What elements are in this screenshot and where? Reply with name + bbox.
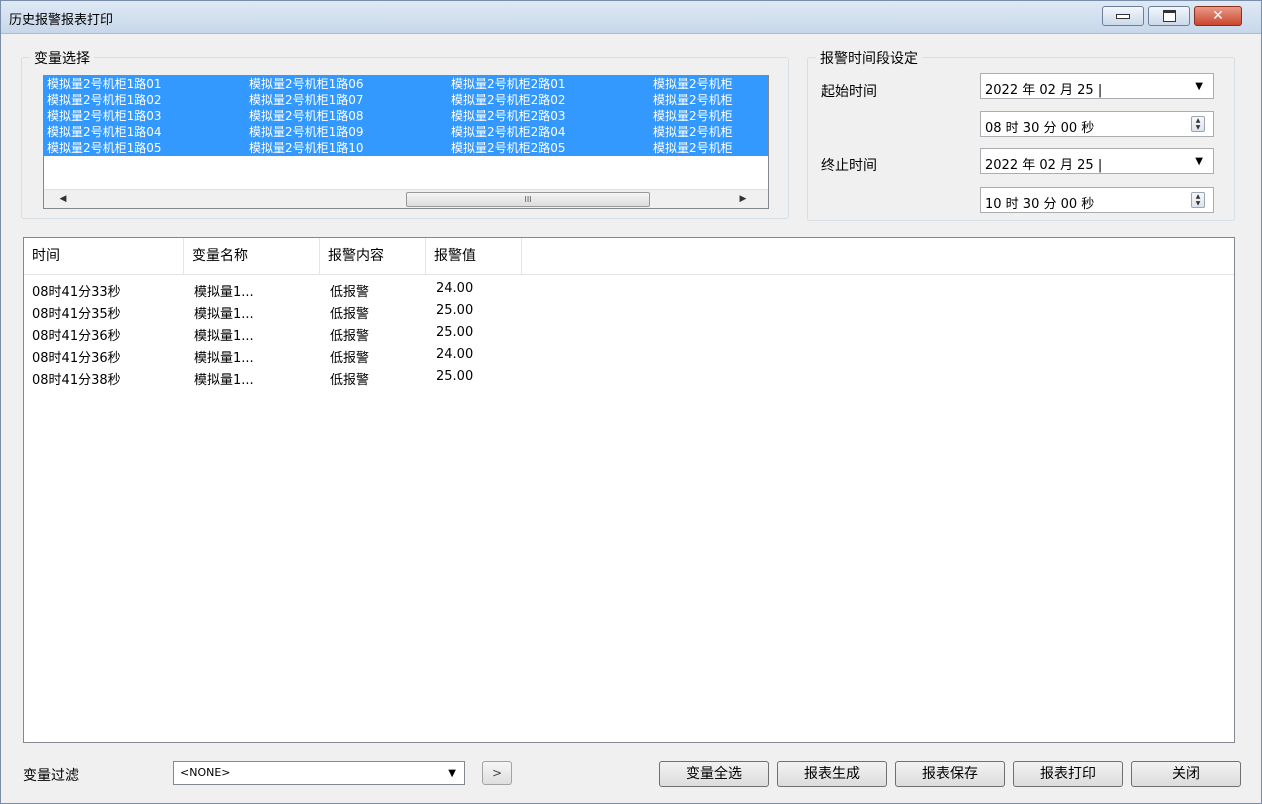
start-date-value: 2022 年 02 月 25 |: [985, 83, 1103, 98]
alarm-table[interactable]: 时间 变量名称 报警内容 报警值 08时41分33秒 模拟量1... 低报警 24.0…: [23, 237, 1235, 743]
close-window-button[interactable]: ✕: [1194, 6, 1242, 26]
table-row[interactable]: 08时41分33秒 模拟量1... 低报警 24.00: [24, 278, 1234, 300]
minimize-icon: [1116, 13, 1130, 19]
chevron-down-icon[interactable]: ▼: [1195, 156, 1203, 167]
cell-value: 24.00: [436, 347, 474, 362]
end-time-label: 终止时间: [821, 158, 877, 174]
variable-list-item[interactable]: 模拟量2号机柜2路04: [448, 124, 650, 140]
variable-list-item[interactable]: 模拟量2号机柜: [650, 140, 768, 156]
end-date-value: 2022 年 02 月 25 |: [985, 158, 1103, 173]
variable-list-item[interactable]: 模拟量2号机柜2路01: [448, 76, 650, 92]
close-button[interactable]: 关闭: [1131, 761, 1241, 787]
select-all-variables-button[interactable]: 变量全选: [659, 761, 769, 787]
start-time-value: 08 时 30 分 00 秒: [985, 121, 1095, 136]
cell-value: 25.00: [436, 325, 474, 340]
spin-updown-icon[interactable]: ▲ ▼: [1191, 116, 1205, 132]
variable-filter-select[interactable]: <NONE> ▼: [173, 761, 465, 785]
variable-list-item[interactable]: 模拟量2号机柜1路09: [246, 124, 448, 140]
table-row[interactable]: 08时41分38秒 模拟量1... 低报警 25.00: [24, 366, 1234, 388]
scroll-right-icon[interactable]: ▶: [734, 190, 752, 208]
maximize-button[interactable]: [1148, 6, 1190, 26]
cell-content: 低报警: [330, 329, 370, 344]
variable-list-item[interactable]: 模拟量2号机柜2路05: [448, 140, 650, 156]
table-row[interactable]: 08时41分36秒 模拟量1... 低报警 25.00: [24, 322, 1234, 344]
cell-variable: 模拟量1...: [194, 307, 254, 322]
cell-time: 08时41分33秒: [32, 285, 121, 300]
variable-list-item[interactable]: 模拟量2号机柜2路02: [448, 92, 650, 108]
variable-list-item[interactable]: 模拟量2号机柜: [650, 108, 768, 124]
filter-next-button[interactable]: >: [482, 761, 512, 785]
table-row[interactable]: 08时41分36秒 模拟量1... 低报警 24.00: [24, 344, 1234, 366]
window-title: 历史报警报表打印: [9, 13, 114, 28]
report-window: 历史报警报表打印 ✕ 变量选择 模拟量2号机柜1路01 模拟量2号机柜1路02 模拟…: [0, 0, 1262, 804]
start-time-label: 起始时间: [821, 84, 877, 100]
variable-list-item[interactable]: 模拟量2号机柜1路06: [246, 76, 448, 92]
chevron-down-icon[interactable]: ▼: [448, 768, 456, 779]
column-header-variable[interactable]: 变量名称: [184, 238, 320, 274]
minimize-button[interactable]: [1102, 6, 1144, 26]
cell-variable: 模拟量1...: [194, 351, 254, 366]
cell-content: 低报警: [330, 307, 370, 322]
title-bar[interactable]: 历史报警报表打印 ✕: [1, 1, 1261, 34]
column-header-time[interactable]: 时间: [24, 238, 184, 274]
scroll-thumb[interactable]: III: [406, 192, 650, 207]
cell-value: 25.00: [436, 369, 474, 384]
variable-list-item[interactable]: 模拟量2号机柜1路04: [44, 124, 246, 140]
close-icon: ✕: [1212, 8, 1224, 24]
variable-list-item[interactable]: 模拟量2号机柜2路03: [448, 108, 650, 124]
cell-value: 24.00: [436, 281, 474, 296]
variable-list-columns: 模拟量2号机柜1路01 模拟量2号机柜1路02 模拟量2号机柜1路03 模拟量2号机柜…: [44, 76, 768, 172]
cell-time: 08时41分36秒: [32, 351, 121, 366]
start-time-spinner[interactable]: 08 时 30 分 00 秒 ▲ ▼: [980, 111, 1214, 137]
variable-list-column: 模拟量2号机柜2路01 模拟量2号机柜2路02 模拟量2号机柜2路03 模拟量2号机柜…: [448, 76, 650, 172]
variable-filter-label: 变量过滤: [23, 768, 79, 784]
cell-variable: 模拟量1...: [194, 285, 254, 300]
cell-value: 25.00: [436, 303, 474, 318]
spin-updown-icon[interactable]: ▲ ▼: [1191, 192, 1205, 208]
generate-report-button[interactable]: 报表生成: [777, 761, 887, 787]
variable-list-item[interactable]: 模拟量2号机柜1路10: [246, 140, 448, 156]
save-report-button[interactable]: 报表保存: [895, 761, 1005, 787]
variable-list-column: 模拟量2号机柜 模拟量2号机柜 模拟量2号机柜 模拟量2号机柜 模拟量2号机柜: [650, 76, 768, 172]
variable-list-item[interactable]: 模拟量2号机柜1路07: [246, 92, 448, 108]
column-header-value[interactable]: 报警值: [426, 238, 522, 274]
maximize-icon: [1162, 10, 1176, 22]
variable-list-column: 模拟量2号机柜1路01 模拟量2号机柜1路02 模拟量2号机柜1路03 模拟量2号机柜…: [44, 76, 246, 172]
horizontal-scrollbar[interactable]: ◀ III ▶: [44, 189, 768, 208]
variable-list-item[interactable]: 模拟量2号机柜: [650, 124, 768, 140]
time-range-label: 报警时间段设定: [816, 48, 922, 68]
end-date-picker[interactable]: 2022 年 02 月 25 | ▼: [980, 148, 1214, 174]
variable-list-item[interactable]: 模拟量2号机柜1路03: [44, 108, 246, 124]
variable-filter-value: <NONE>: [180, 766, 231, 779]
cell-content: 低报警: [330, 351, 370, 366]
variable-list-column: 模拟量2号机柜1路06 模拟量2号机柜1路07 模拟量2号机柜1路08 模拟量2号机柜…: [246, 76, 448, 172]
cell-variable: 模拟量1...: [194, 373, 254, 388]
variable-list-item[interactable]: 模拟量2号机柜: [650, 76, 768, 92]
column-header-content[interactable]: 报警内容: [320, 238, 426, 274]
cell-content: 低报警: [330, 285, 370, 300]
scroll-left-icon[interactable]: ◀: [54, 190, 72, 208]
table-header: 时间 变量名称 报警内容 报警值: [24, 238, 1234, 275]
variable-list-item[interactable]: 模拟量2号机柜: [650, 92, 768, 108]
variable-list-item[interactable]: 模拟量2号机柜1路05: [44, 140, 246, 156]
cell-time: 08时41分36秒: [32, 329, 121, 344]
cell-content: 低报警: [330, 373, 370, 388]
print-report-button[interactable]: 报表打印: [1013, 761, 1123, 787]
end-time-value: 10 时 30 分 00 秒: [985, 197, 1095, 212]
cell-variable: 模拟量1...: [194, 329, 254, 344]
table-row[interactable]: 08时41分35秒 模拟量1... 低报警 25.00: [24, 300, 1234, 322]
variable-list-item[interactable]: 模拟量2号机柜1路08: [246, 108, 448, 124]
cell-time: 08时41分35秒: [32, 307, 121, 322]
variable-list-item[interactable]: 模拟量2号机柜1路02: [44, 92, 246, 108]
end-time-spinner[interactable]: 10 时 30 分 00 秒 ▲ ▼: [980, 187, 1214, 213]
cell-time: 08时41分38秒: [32, 373, 121, 388]
variable-list[interactable]: 模拟量2号机柜1路01 模拟量2号机柜1路02 模拟量2号机柜1路03 模拟量2号机柜…: [43, 75, 769, 209]
variable-list-item[interactable]: 模拟量2号机柜1路01: [44, 76, 246, 92]
chevron-down-icon[interactable]: ▼: [1195, 81, 1203, 92]
table-body: 08时41分33秒 模拟量1... 低报警 24.00 08时41分35秒 模拟量1...…: [24, 278, 1234, 388]
start-date-picker[interactable]: 2022 年 02 月 25 | ▼: [980, 73, 1214, 99]
variable-select-label: 变量选择: [30, 48, 94, 68]
